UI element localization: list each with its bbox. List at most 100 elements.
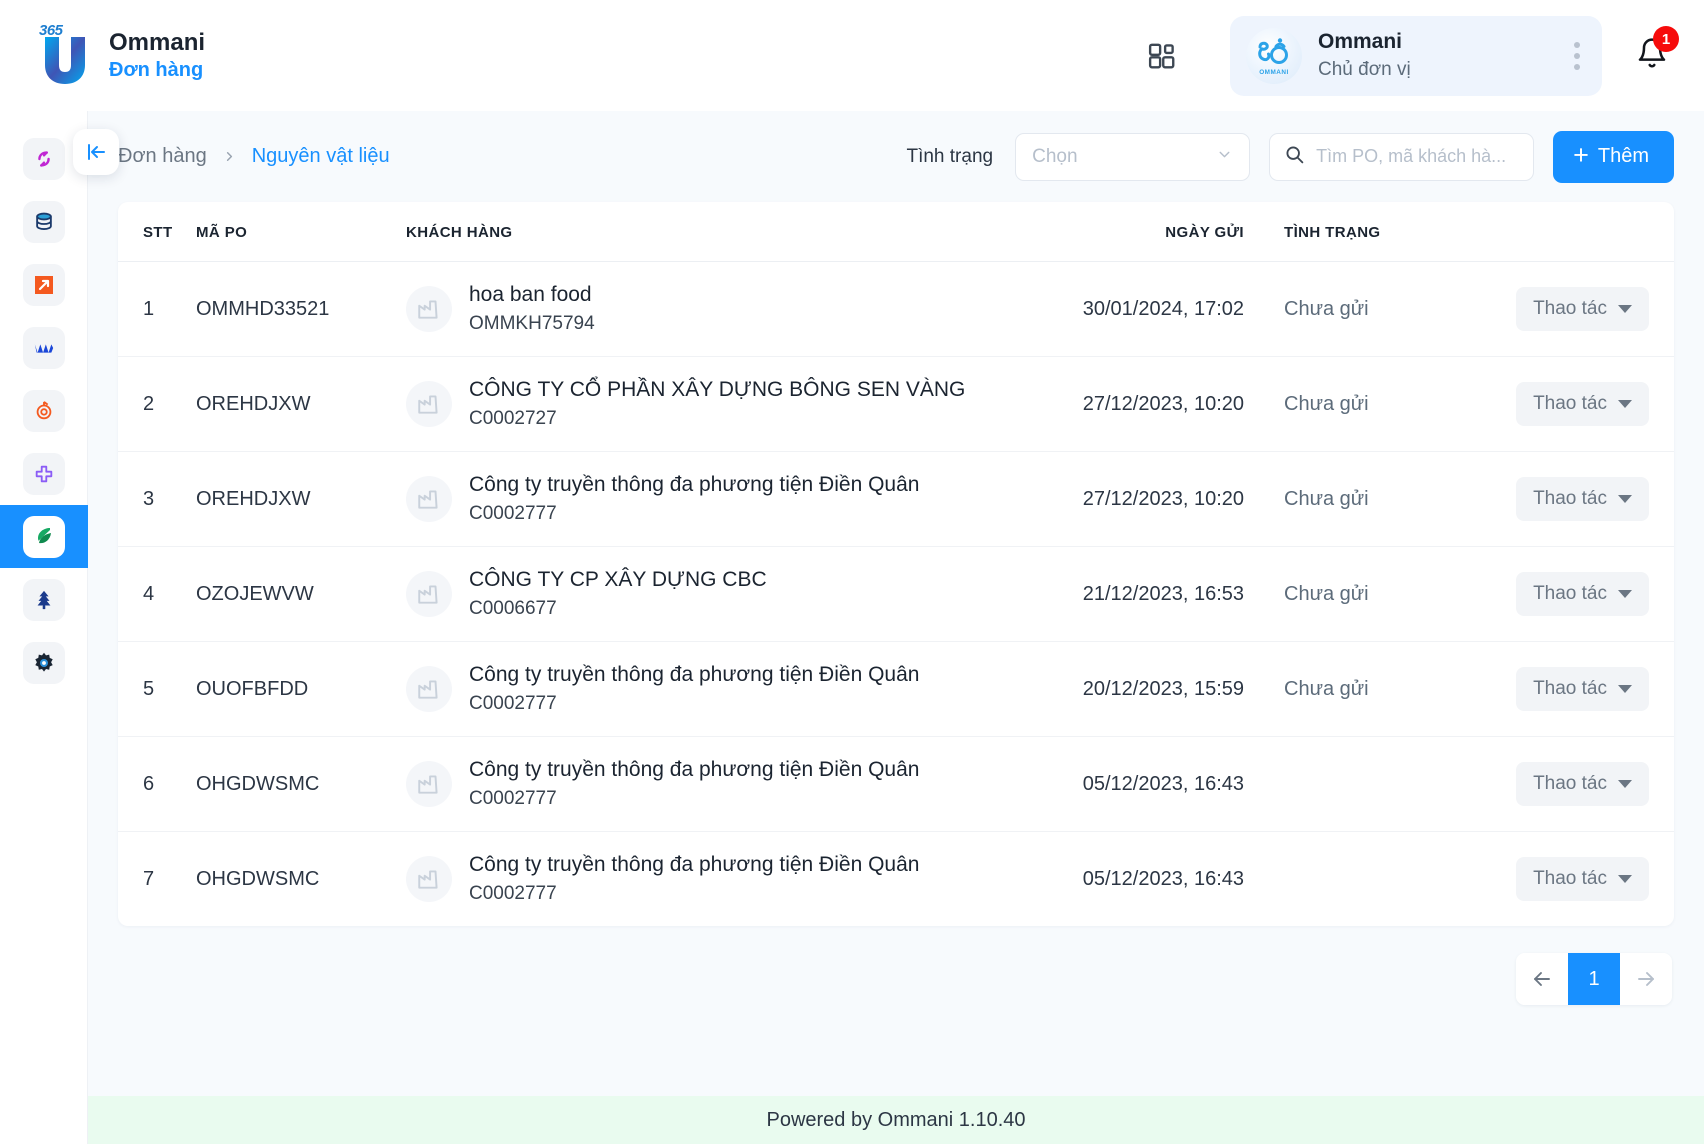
brand-subtitle: Đơn hàng bbox=[109, 59, 205, 82]
footer-text: Powered by Ommani 1.10.40 bbox=[766, 1109, 1025, 1132]
user-role: Chủ đơn vị bbox=[1318, 59, 1548, 81]
brand-text: Ommani Đơn hàng bbox=[109, 29, 205, 83]
table-row[interactable]: 6OHGDWSMCCông ty truyền thông đa phương … bbox=[118, 737, 1674, 832]
table-row[interactable]: 7OHGDWSMCCông ty truyền thông đa phương … bbox=[118, 832, 1674, 927]
add-button-label: Thêm bbox=[1598, 145, 1649, 168]
chevron-right-icon bbox=[222, 149, 237, 164]
pagination-page-1[interactable]: 1 bbox=[1568, 953, 1620, 1005]
row-action-button[interactable]: Thao tác bbox=[1516, 667, 1649, 711]
header-right: OMMANI Ommani Chủ đơn vị 1 bbox=[1140, 16, 1704, 96]
cell-actions: Thao tác bbox=[1474, 547, 1674, 642]
logo-365-badge: 365 bbox=[39, 22, 63, 39]
cell-po: OHGDWSMC bbox=[196, 832, 406, 927]
plus-icon: + bbox=[1573, 142, 1589, 169]
cell-actions: Thao tác bbox=[1474, 642, 1674, 737]
app-footer: Powered by Ommani 1.10.40 bbox=[88, 1096, 1704, 1144]
table-row[interactable]: 2OREHDJXWCÔNG TY CỔ PHẦN XÂY DỰNG BÔNG S… bbox=[118, 357, 1674, 452]
cell-customer: Công ty truyền thông đa phương tiện Điền… bbox=[406, 452, 1024, 547]
collapse-left-icon bbox=[84, 140, 108, 164]
caret-down-icon bbox=[1618, 685, 1632, 693]
factory-icon bbox=[406, 476, 452, 522]
sidebar-item-app-4[interactable] bbox=[0, 316, 88, 379]
app-header: 365 Ommani Đơn hàng bbox=[0, 0, 1704, 111]
database-icon bbox=[23, 201, 65, 243]
sidebar-item-app-3[interactable] bbox=[0, 253, 88, 316]
app-sidebar bbox=[0, 111, 88, 1144]
apps-grid-icon[interactable] bbox=[1140, 34, 1184, 78]
status-filter-select[interactable]: Chọn bbox=[1015, 133, 1250, 181]
row-action-label: Thao tác bbox=[1533, 488, 1607, 510]
cell-po: OMMHD33521 bbox=[196, 262, 406, 357]
target-icon bbox=[23, 390, 65, 432]
cell-stt: 6 bbox=[118, 737, 196, 832]
cell-date: 20/12/2023, 15:59 bbox=[1024, 642, 1284, 737]
arrow-box-icon bbox=[23, 264, 65, 306]
user-profile-chip[interactable]: OMMANI Ommani Chủ đơn vị bbox=[1230, 16, 1602, 96]
sidebar-item-app-7[interactable] bbox=[0, 505, 88, 568]
user-name: Ommani bbox=[1318, 30, 1548, 54]
row-action-label: Thao tác bbox=[1533, 583, 1607, 605]
zigzag-icon bbox=[23, 327, 65, 369]
search-box[interactable] bbox=[1269, 133, 1534, 181]
user-menu-kebab-icon[interactable] bbox=[1564, 36, 1590, 76]
arrow-right-icon bbox=[1634, 967, 1658, 991]
sidebar-item-app-2[interactable] bbox=[0, 190, 88, 253]
om-symbol-icon: OMMANI bbox=[1252, 34, 1296, 78]
caret-down-icon bbox=[1618, 495, 1632, 503]
breadcrumb-item-1[interactable]: Nguyên vật liệu bbox=[252, 145, 390, 168]
table-row[interactable]: 3OREHDJXW Công ty truyền thông đa phương … bbox=[118, 452, 1674, 547]
row-action-button[interactable]: Thao tác bbox=[1516, 382, 1649, 426]
factory-icon bbox=[406, 856, 452, 902]
row-action-label: Thao tác bbox=[1533, 298, 1607, 320]
cell-stt: 5 bbox=[118, 642, 196, 737]
add-button[interactable]: + Thêm bbox=[1553, 131, 1674, 183]
row-action-button[interactable]: Thao tác bbox=[1516, 287, 1649, 331]
cell-po: OREHDJXW bbox=[196, 357, 406, 452]
chevron-down-icon bbox=[1216, 146, 1233, 168]
sidebar-item-app-5[interactable] bbox=[0, 379, 88, 442]
customer-code: C0002777 bbox=[469, 692, 919, 716]
row-action-button[interactable]: Thao tác bbox=[1516, 762, 1649, 806]
row-action-button[interactable]: Thao tác bbox=[1516, 572, 1649, 616]
cell-stt: 3 bbox=[118, 452, 196, 547]
customer-code: C0002727 bbox=[469, 407, 965, 431]
avatar: OMMANI bbox=[1246, 28, 1302, 84]
page-toolbar: Đơn hàng Nguyên vật liệu Tình trạng Chọn bbox=[88, 111, 1704, 202]
caret-down-icon bbox=[1618, 875, 1632, 883]
cross-icon bbox=[23, 453, 65, 495]
table-row[interactable]: 1OMMHD33521hoa ban foodOMMKH7579430/01/2… bbox=[118, 262, 1674, 357]
notification-bell-button[interactable]: 1 bbox=[1636, 37, 1668, 74]
brand: 365 Ommani Đơn hàng bbox=[38, 25, 205, 87]
status-filter-value: Chọn bbox=[1032, 146, 1216, 168]
breadcrumb-item-0[interactable]: Đơn hàng bbox=[118, 145, 207, 168]
customer-name: Công ty truyền thông đa phương tiện Điền… bbox=[469, 472, 919, 498]
cell-customer: Công ty truyền thông đa phương tiện Điền… bbox=[406, 832, 1024, 927]
table-row[interactable]: 4OZOJEWVWCÔNG TY CP XÂY DỰNG CBCC0006677… bbox=[118, 547, 1674, 642]
cell-actions: Thao tác bbox=[1474, 832, 1674, 927]
cell-po: OUOFBFDD bbox=[196, 642, 406, 737]
search-icon bbox=[1284, 144, 1305, 170]
search-input[interactable] bbox=[1316, 146, 1519, 167]
table-head: STT MÃ PO KHÁCH HÀNG NGÀY GỬI TÌNH TRẠNG bbox=[118, 202, 1674, 262]
caret-down-icon bbox=[1618, 590, 1632, 598]
sidebar-item-app-9[interactable] bbox=[0, 631, 88, 694]
table-row[interactable]: 5OUOFBFDDCông ty truyền thông đa phương … bbox=[118, 642, 1674, 737]
app-logo: 365 bbox=[38, 25, 92, 87]
row-action-button[interactable]: Thao tác bbox=[1516, 857, 1649, 901]
gear-icon bbox=[23, 642, 65, 684]
cell-stt: 4 bbox=[118, 547, 196, 642]
cell-status: Chưa gửi bbox=[1284, 547, 1474, 642]
sidebar-collapse-button[interactable] bbox=[73, 129, 119, 175]
cell-po: OREHDJXW bbox=[196, 452, 406, 547]
sidebar-item-app-6[interactable] bbox=[0, 442, 88, 505]
pagination-prev-button[interactable] bbox=[1516, 953, 1568, 1005]
sidebar-item-app-8[interactable] bbox=[0, 568, 88, 631]
cell-customer: Công ty truyền thông đa phương tiện Điền… bbox=[406, 642, 1024, 737]
pagination-next-button[interactable] bbox=[1620, 953, 1672, 1005]
customer-name: Công ty truyền thông đa phương tiện Điền… bbox=[469, 757, 919, 783]
tree-icon bbox=[23, 579, 65, 621]
row-action-button[interactable]: Thao tác bbox=[1516, 477, 1649, 521]
factory-icon bbox=[406, 666, 452, 712]
cell-actions: Thao tác bbox=[1474, 737, 1674, 832]
cell-actions: Thao tác bbox=[1474, 452, 1674, 547]
